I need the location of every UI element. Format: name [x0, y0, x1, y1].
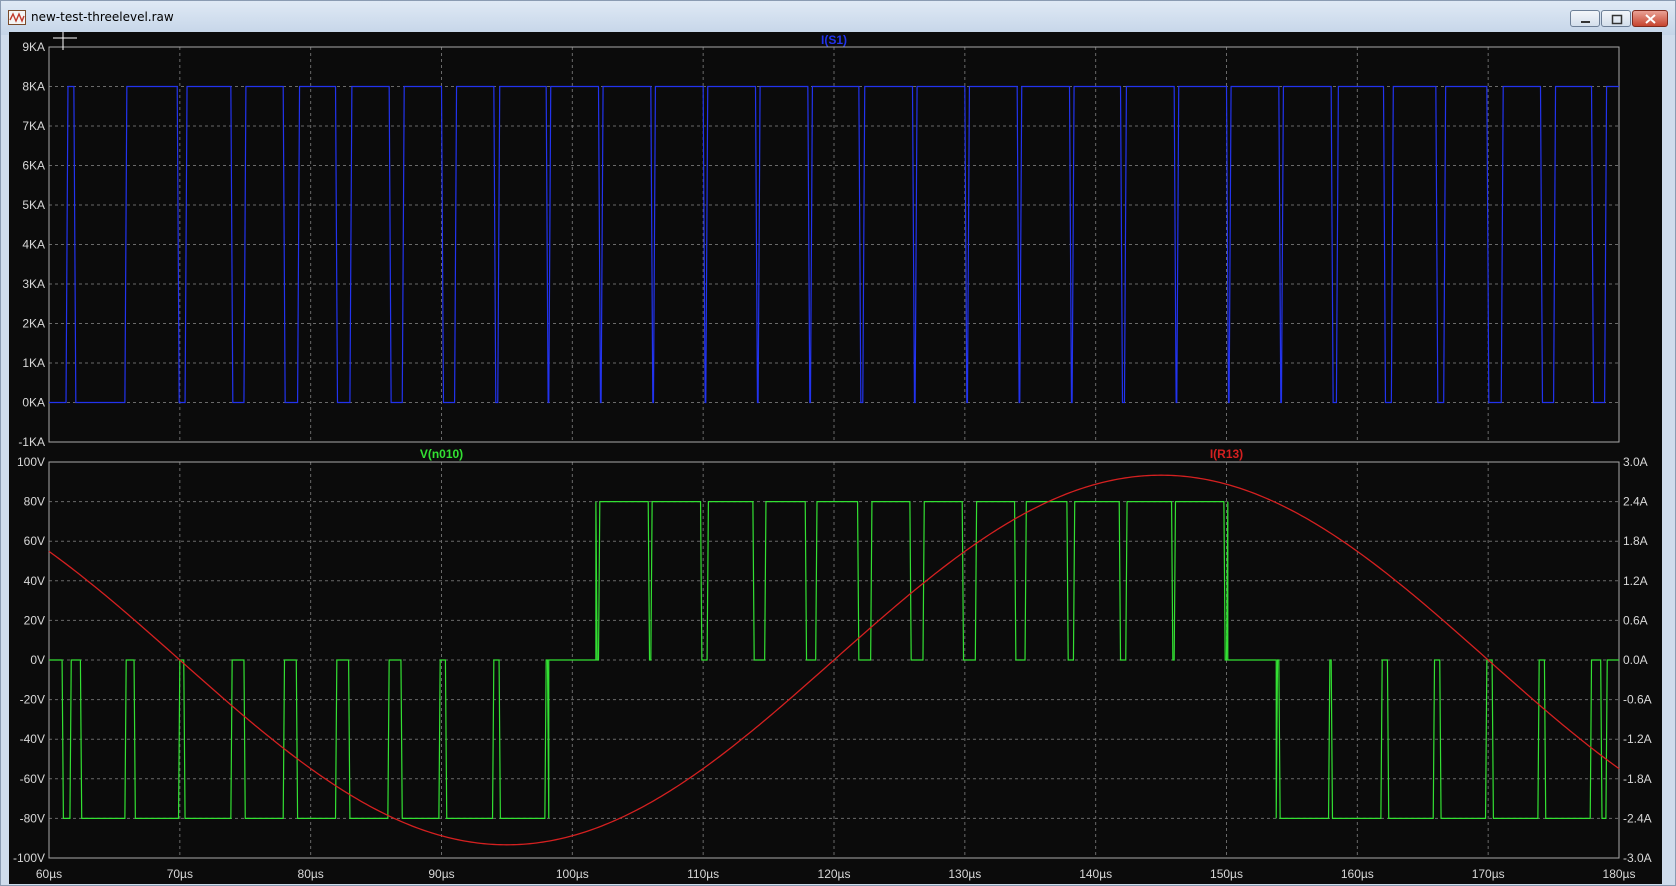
trace-label-i-s1[interactable]: I(S1) [821, 33, 847, 47]
y-tick-label: 6KA [22, 159, 45, 173]
x-tick-label: 60µs [36, 867, 62, 881]
minimize-icon [1581, 21, 1590, 23]
title-bar[interactable]: new-test-threelevel.raw [1, 1, 1675, 35]
x-tick-label: 90µs [428, 867, 454, 881]
y-tick-label-right: 0.6A [1623, 613, 1648, 627]
y-tick-label-left: 100V [17, 455, 45, 469]
y-tick-label-left: -100V [13, 851, 45, 865]
y-tick-label-left: -80V [20, 811, 45, 825]
close-button[interactable] [1632, 10, 1668, 27]
y-tick-label-left: -60V [20, 772, 45, 786]
x-tick-label: 140µs [1079, 867, 1112, 881]
y-tick-label-left: 0V [30, 653, 45, 667]
x-tick-label: 120µs [818, 867, 851, 881]
y-tick-label: 9KA [22, 40, 45, 54]
y-tick-label: 0KA [22, 396, 45, 410]
waveform-app-icon [8, 10, 26, 25]
x-tick-label: 80µs [298, 867, 324, 881]
plot-window: new-test-threelevel.raw 9KA 8KA 7KA 6KA 5KA 4… [0, 0, 1676, 886]
y-tick-label-left: 80V [24, 495, 45, 509]
plot-area[interactable]: 9KA 8KA 7KA 6KA 5KA 4KA 3KA 2KA 1KA 0KA -1KA 60µs 7… [9, 32, 1662, 884]
y-tick-label-left: 40V [24, 574, 45, 588]
x-tick-label: 70µs [167, 867, 193, 881]
y-tick-label-right: 1.2A [1623, 574, 1648, 588]
x-tick-label: 170µs [1472, 867, 1505, 881]
window-title: new-test-threelevel.raw [31, 10, 174, 24]
y-tick-label: 4KA [22, 238, 45, 252]
y-tick-label-left: -40V [20, 732, 45, 746]
trace-label-i-r13[interactable]: I(R13) [1210, 447, 1243, 461]
y-tick-label: 8KA [22, 80, 45, 94]
maximize-button[interactable] [1601, 10, 1631, 27]
waveform-chart[interactable]: 9KA 8KA 7KA 6KA 5KA 4KA 3KA 2KA 1KA 0KA -1KA 60µs 7… [9, 32, 1662, 884]
y-tick-label-left: 60V [24, 534, 45, 548]
y-tick-label-right: 1.8A [1623, 534, 1648, 548]
x-tick-label: 180µs [1603, 867, 1636, 881]
top-pane-axis-labels: 9KA 8KA 7KA 6KA 5KA 4KA 3KA 2KA 1KA 0KA -1KA [18, 40, 45, 449]
y-tick-label-right: 0.0A [1623, 653, 1648, 667]
y-tick-label: 1KA [22, 356, 45, 370]
y-tick-label: 7KA [22, 119, 45, 133]
x-tick-label: 100µs [556, 867, 589, 881]
y-tick-label-right: -0.6A [1623, 693, 1652, 707]
y-tick-label-right: -1.2A [1623, 732, 1652, 746]
y-tick-label: -1KA [18, 435, 45, 449]
y-tick-label: 5KA [22, 198, 45, 212]
y-tick-label-right: 2.4A [1623, 495, 1648, 509]
y-tick-label-right: 3.0A [1623, 455, 1648, 469]
bottom-pane-axis-labels: 60µs 70µs 80µs 90µs 100µs 110µs 120µs 130µs 140µ… [13, 455, 1652, 881]
y-tick-label: 3KA [22, 277, 45, 291]
x-tick-label: 160µs [1341, 867, 1374, 881]
x-tick-label: 130µs [948, 867, 981, 881]
y-tick-label-right: -2.4A [1623, 811, 1652, 825]
y-tick-label-right: -3.0A [1623, 851, 1652, 865]
y-tick-label-right: -1.8A [1623, 772, 1652, 786]
y-tick-label: 2KA [22, 317, 45, 331]
minimize-button[interactable] [1570, 10, 1600, 27]
trace-label-v-n010[interactable]: V(n010) [420, 447, 463, 461]
y-tick-label-left: -20V [20, 693, 45, 707]
close-icon [1645, 14, 1656, 24]
y-tick-label-left: 20V [24, 613, 45, 627]
maximize-icon [1611, 14, 1623, 25]
x-tick-label: 110µs [687, 867, 719, 881]
x-tick-label: 150µs [1210, 867, 1243, 881]
